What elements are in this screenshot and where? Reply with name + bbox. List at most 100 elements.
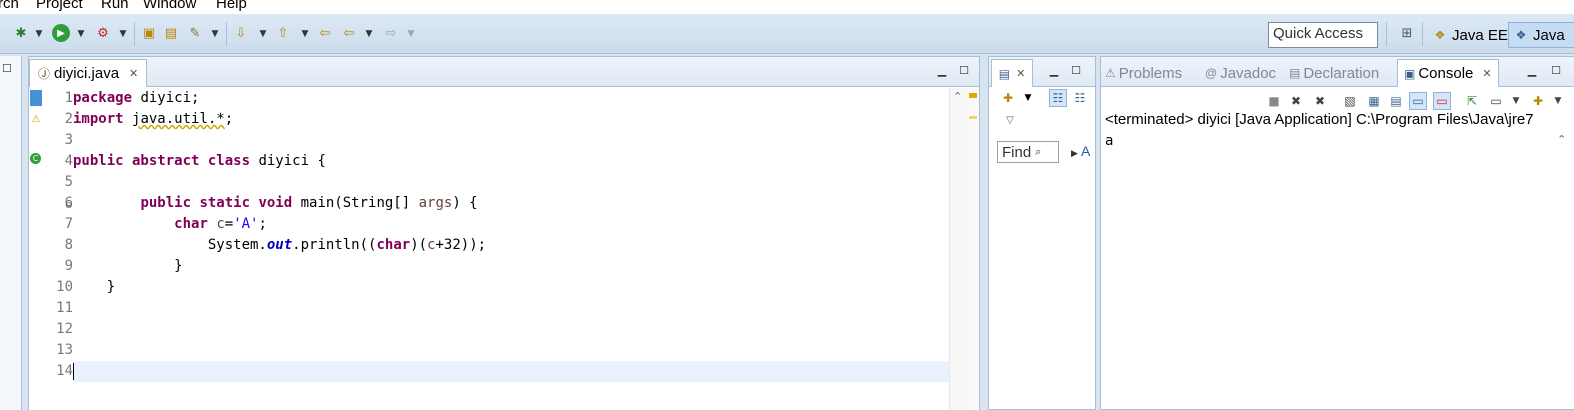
code-line[interactable]: public abstract class diyici { [73,151,949,172]
remove-launch-icon[interactable]: ✖ [1287,92,1305,110]
code-line[interactable]: } [73,277,949,298]
code-line[interactable]: System.out.println((char)(c+32)); [73,235,949,256]
perspective-java[interactable]: ❖ Java [1508,22,1574,48]
remove-all-terminated-icon[interactable]: ✖ [1311,92,1329,110]
warning-icon[interactable]: ⚠ [30,111,42,127]
categorize-icon[interactable]: ☷ [1071,89,1089,107]
display-console-icon[interactable]: ▭ [1487,92,1505,110]
minimize-icon[interactable]: ▁ [1047,63,1061,77]
forward-dropdown-icon[interactable]: ▼ [406,25,416,43]
line-number: 13 [56,342,73,358]
display-console-dropdown-icon[interactable]: ▼ [1507,92,1525,110]
terminate-icon[interactable]: ■ [1265,92,1283,110]
console-vertical-scrollbar[interactable]: ⌃ [1553,131,1574,410]
outline-tab[interactable]: ▤ ✕ [991,59,1033,87]
search-tool-icon[interactable]: ✎ [186,24,204,42]
focus-icon[interactable]: ☷ [1049,89,1067,107]
minimize-icon[interactable]: ▁ [1525,63,1539,77]
code-line[interactable] [73,298,949,319]
code-token: } [73,258,183,274]
run-icon[interactable]: ▶ [52,24,70,42]
code-line[interactable] [73,130,949,151]
next-annotation-dropdown-icon[interactable]: ▼ [258,25,268,43]
tab-javadoc[interactable]: @ Javadoc [1205,59,1276,87]
scroll-lock-icon[interactable]: ▦ [1365,92,1383,110]
find-placeholder: Find [1002,143,1032,161]
open-console-dropdown-icon[interactable]: ▼ [1549,92,1567,110]
toolbar-separator [134,22,135,46]
tab-problems[interactable]: ⚠ Problems [1105,59,1182,87]
pin-console-icon[interactable]: ⇱ [1463,92,1481,110]
view-menu-icon[interactable]: ▽ [1001,111,1019,129]
quick-access-input[interactable]: Quick Access [1268,22,1378,48]
code-line[interactable]: public static void main(String[] args) { [73,193,949,214]
open-perspective-icon[interactable]: ⊞ [1398,24,1416,42]
menu-help[interactable]: Help [216,0,247,12]
fold-toggle-icon[interactable]: ⊖ [65,201,73,211]
external-tools-icon[interactable]: ⚙ [94,24,112,42]
code-line[interactable]: package diyici; [73,88,949,109]
forward-icon[interactable]: ⇨ [382,24,400,42]
console-process-description: <terminated> diyici [Java Application] C… [1105,111,1534,128]
debug-icon[interactable]: ✱ [12,24,30,42]
back-dropdown-icon[interactable]: ▼ [364,25,374,43]
maximize-icon[interactable]: ☐ [1069,63,1083,77]
debug-dropdown-icon[interactable]: ▼ [34,25,44,43]
run-marker-icon[interactable]: C [30,153,41,164]
code-line[interactable]: } [73,256,949,277]
minimize-icon[interactable]: ▁ [935,63,949,77]
code-line[interactable] [73,340,949,361]
console-output[interactable]: a [1105,133,1113,149]
close-icon[interactable]: ✕ [1016,67,1025,80]
previous-annotation-icon[interactable]: ⇧ [274,24,292,42]
new-task-dropdown-icon[interactable]: ▼ [1019,89,1037,107]
menu-window[interactable]: Window [143,0,196,12]
console-tab-bar: ⚠ Problems @ Javadoc ▤ Declaration ▣ Con… [1101,57,1574,87]
close-icon[interactable]: ✕ [129,67,138,80]
editor-tab-diyici[interactable]: Ⓙ diyici.java ✕ [29,59,148,87]
last-edit-location-icon[interactable]: ⇦ [316,24,334,42]
code-line[interactable] [73,361,949,382]
code-line[interactable] [73,319,949,340]
line-number: 4 [64,153,73,169]
next-annotation-icon[interactable]: ⇩ [232,24,250,42]
menu-run[interactable]: Run [101,0,129,12]
maximize-icon[interactable]: ☐ [957,63,971,77]
find-input[interactable]: Find ⌕ [997,141,1059,163]
clear-console-icon[interactable]: ▧ [1341,92,1359,110]
scroll-up-icon[interactable]: ⌃ [1557,133,1566,146]
menu-project[interactable]: Project [36,0,83,12]
open-type-icon[interactable]: ▤ [162,24,180,42]
toolbar-separator [1386,22,1387,46]
code-line[interactable] [73,172,949,193]
tab-console[interactable]: ▣ Console ✕ [1397,59,1499,87]
tab-declaration[interactable]: ▤ Declaration [1289,59,1379,87]
new-task-icon[interactable]: ✚ [999,89,1017,107]
show-on-stdout-icon[interactable]: ▭ [1409,92,1427,110]
overview-warning-marker[interactable] [969,93,977,98]
perspective-java-ee[interactable]: ❖ Java EE [1428,22,1512,48]
run-dropdown-icon[interactable]: ▼ [76,25,86,43]
overview-occurrence-marker[interactable] [969,116,977,119]
tab-declaration-label: Declaration [1303,64,1380,82]
show-on-stderr-icon[interactable]: ▭ [1433,92,1451,110]
restore-icon[interactable]: ☐ [2,62,12,75]
toolbar-separator [1422,22,1423,46]
menu-search[interactable]: rch [0,0,19,12]
word-wrap-icon[interactable]: ▤ [1387,92,1405,110]
back-icon[interactable]: ⇦ [340,24,358,42]
bookmark-marker[interactable] [30,90,42,106]
new-java-package-icon[interactable]: ▣ [140,24,158,42]
previous-annotation-dropdown-icon[interactable]: ▼ [300,25,310,43]
code-line[interactable]: import java.util.*; [73,109,949,130]
code-area[interactable]: package diyici; import java.util.*; public… [73,88,949,410]
open-console-icon[interactable]: ✚ [1529,92,1547,110]
search-tool-dropdown-icon[interactable]: ▼ [210,25,220,43]
code-line[interactable]: char c='A'; [73,214,949,235]
editor-vertical-scrollbar[interactable]: ⌃ [949,88,967,410]
external-tools-dropdown-icon[interactable]: ▼ [118,25,128,43]
all-filter-link[interactable]: ▶ A [1071,143,1090,159]
scroll-up-icon[interactable]: ⌃ [953,90,962,103]
maximize-icon[interactable]: ☐ [1549,63,1563,77]
close-icon[interactable]: ✕ [1482,67,1491,80]
